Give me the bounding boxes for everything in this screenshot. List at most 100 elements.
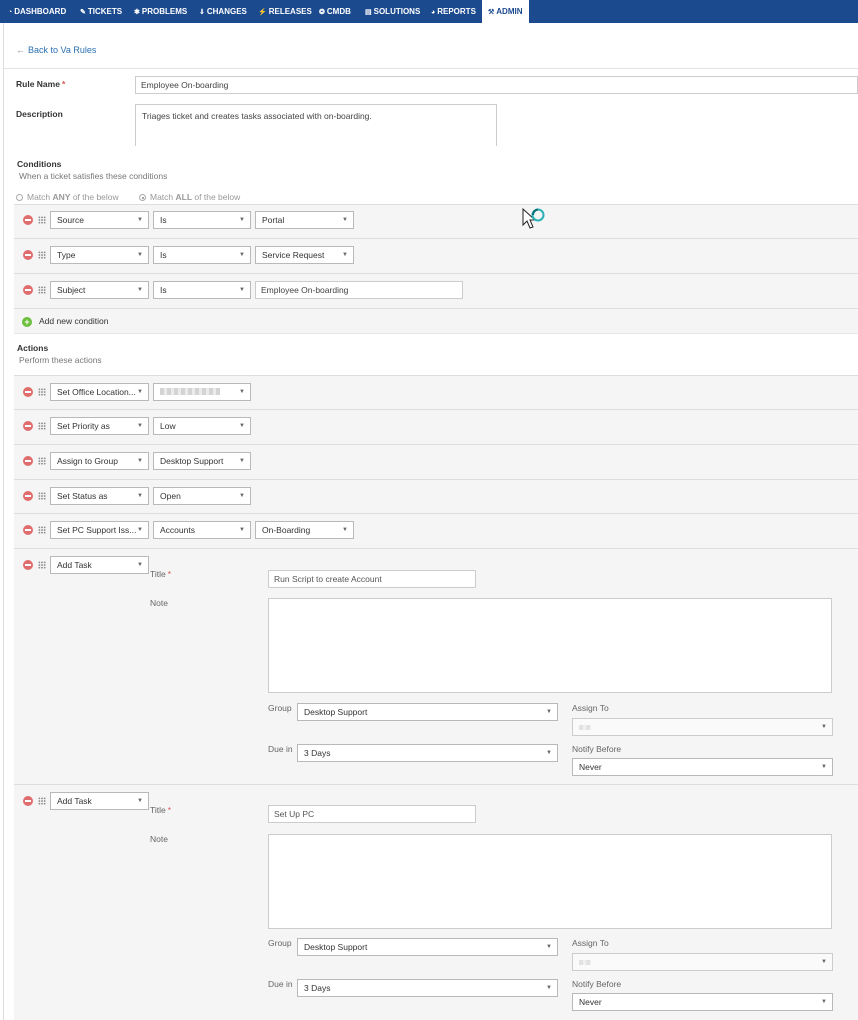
changes-icon: ⇓ xyxy=(199,9,205,16)
group-select[interactable]: Desktop Support ▼ xyxy=(153,452,251,470)
solutions-icon: ▤ xyxy=(365,9,372,16)
remove-action-icon[interactable] xyxy=(23,456,33,466)
condition-value-select[interactable]: Service Request ▼ xyxy=(255,246,354,264)
divider xyxy=(14,479,858,480)
nav-problems[interactable]: ✱ PROBLEMS xyxy=(134,0,187,23)
nav-solutions[interactable]: ▤ SOLUTIONS xyxy=(365,0,420,23)
cmdb-icon: ❂ xyxy=(319,9,325,16)
priority-select[interactable]: Low ▼ xyxy=(153,417,251,435)
remove-action-icon[interactable] xyxy=(23,387,33,397)
status-select[interactable]: Open ▼ xyxy=(153,487,251,505)
divider xyxy=(14,273,858,274)
task-assign-to-select[interactable]: ▼ xyxy=(572,953,833,971)
drag-handle-icon[interactable] xyxy=(38,492,46,500)
caret-down-icon: ▼ xyxy=(239,389,245,395)
action-select[interactable]: Assign to Group ▼ xyxy=(50,452,149,470)
divider xyxy=(14,409,858,410)
caret-down-icon: ▼ xyxy=(137,798,143,804)
task-notify-before-select[interactable]: Never ▼ xyxy=(572,993,833,1011)
nav-releases[interactable]: ⚡ RELEASES xyxy=(258,0,312,23)
drag-handle-icon[interactable] xyxy=(38,561,46,569)
nav-admin[interactable]: ⚒ ADMIN xyxy=(482,0,529,23)
drag-handle-icon[interactable] xyxy=(38,526,46,534)
remove-action-icon[interactable] xyxy=(23,525,33,535)
caret-down-icon: ▼ xyxy=(546,709,552,715)
drag-handle-icon[interactable] xyxy=(38,216,46,224)
actions-heading: Actions xyxy=(17,343,49,353)
back-to-va-rules-link[interactable]: ← Back to Va Rules xyxy=(16,45,96,55)
admin-icon: ⚒ xyxy=(488,9,495,16)
remove-condition-icon[interactable] xyxy=(23,250,33,260)
action-select[interactable]: Set Status as ▼ xyxy=(50,487,149,505)
condition-operator-select[interactable]: Is ▼ xyxy=(153,211,251,229)
action-select[interactable]: Add Task ▼ xyxy=(50,792,149,810)
condition-value-select[interactable]: Portal ▼ xyxy=(255,211,354,229)
arrow-left-icon: ← xyxy=(16,45,25,55)
task-title-label: Title * xyxy=(150,569,172,579)
task-note-textarea[interactable] xyxy=(268,598,832,693)
caret-down-icon: ▼ xyxy=(239,423,245,429)
caret-down-icon: ▼ xyxy=(137,252,143,258)
pc-support-category-select[interactable]: Accounts ▼ xyxy=(153,521,251,539)
drag-handle-icon[interactable] xyxy=(38,422,46,430)
condition-value-input[interactable]: Employee On-boarding xyxy=(255,281,463,299)
task-due-in-select[interactable]: 3 Days ▼ xyxy=(297,744,558,762)
caret-down-icon: ▼ xyxy=(342,217,348,223)
match-all-radio[interactable]: Match ALL of the below xyxy=(139,192,240,202)
task-group-select[interactable]: Desktop Support ▼ xyxy=(297,938,558,956)
task-assign-to-select[interactable]: ▼ xyxy=(572,718,833,736)
caret-down-icon: ▼ xyxy=(342,527,348,533)
remove-action-icon[interactable] xyxy=(23,491,33,501)
office-location-select[interactable]: ▼ xyxy=(153,383,251,401)
remove-action-icon[interactable] xyxy=(23,560,33,570)
task-title-input[interactable]: Set Up PC xyxy=(268,805,476,823)
caret-down-icon: ▼ xyxy=(546,985,552,991)
task-notify-before-select[interactable]: Never ▼ xyxy=(572,758,833,776)
action-select[interactable]: Set Office Location... ▼ xyxy=(50,383,149,401)
condition-field-select[interactable]: Type ▼ xyxy=(50,246,149,264)
action-select[interactable]: Set PC Support Iss... ▼ xyxy=(50,521,149,539)
description-textarea[interactable]: Triages ticket and creates tasks associa… xyxy=(135,104,497,146)
remove-condition-icon[interactable] xyxy=(23,285,33,295)
condition-operator-select[interactable]: Is ▼ xyxy=(153,281,251,299)
condition-field-select[interactable]: Source ▼ xyxy=(50,211,149,229)
drag-handle-icon[interactable] xyxy=(38,388,46,396)
drag-handle-icon[interactable] xyxy=(38,457,46,465)
task-note-label: Note xyxy=(150,598,168,608)
task-due-in-label: Due in xyxy=(268,744,293,754)
condition-field-select[interactable]: Subject ▼ xyxy=(50,281,149,299)
task-title-input[interactable]: Run Script to create Account xyxy=(268,570,476,588)
condition-operator-select[interactable]: Is ▼ xyxy=(153,246,251,264)
nav-cmdb[interactable]: ❂ CMDB xyxy=(319,0,351,23)
task-note-textarea[interactable] xyxy=(268,834,832,929)
drag-handle-icon[interactable] xyxy=(38,251,46,259)
pc-support-subcategory-select[interactable]: On-Boarding ▼ xyxy=(255,521,354,539)
remove-action-icon[interactable] xyxy=(23,421,33,431)
nav-reports[interactable]: ◕ REPORTS xyxy=(431,0,476,23)
rule-name-input[interactable]: Employee On-boarding xyxy=(135,76,858,94)
releases-icon: ⚡ xyxy=(258,9,267,16)
caret-down-icon: ▼ xyxy=(137,493,143,499)
nav-changes[interactable]: ⇓ CHANGES xyxy=(199,0,247,23)
caret-down-icon: ▼ xyxy=(546,944,552,950)
caret-down-icon: ▼ xyxy=(342,252,348,258)
caret-down-icon: ▼ xyxy=(137,217,143,223)
remove-action-icon[interactable] xyxy=(23,796,33,806)
task-group-label: Group xyxy=(268,703,292,713)
task-group-select[interactable]: Desktop Support ▼ xyxy=(297,703,558,721)
remove-condition-icon[interactable] xyxy=(23,215,33,225)
action-select[interactable]: Add Task ▼ xyxy=(50,556,149,574)
drag-handle-icon[interactable] xyxy=(38,286,46,294)
caret-down-icon: ▼ xyxy=(239,217,245,223)
task-due-in-select[interactable]: 3 Days ▼ xyxy=(297,979,558,997)
reports-icon: ◕ xyxy=(431,9,436,16)
task-title-label: Title * xyxy=(150,805,172,815)
task-notify-before-label: Notify Before xyxy=(572,979,622,989)
nav-tickets[interactable]: ✎ TICKETS xyxy=(80,0,122,23)
drag-handle-icon[interactable] xyxy=(38,797,46,805)
nav-dashboard[interactable]: ◔ DASHBOARD xyxy=(8,0,66,23)
action-select[interactable]: Set Priority as ▼ xyxy=(50,417,149,435)
match-any-radio[interactable]: Match ANY of the below xyxy=(16,192,119,202)
add-new-condition-button[interactable]: + Add new condition xyxy=(22,316,108,327)
task-group-label: Group xyxy=(268,938,292,948)
